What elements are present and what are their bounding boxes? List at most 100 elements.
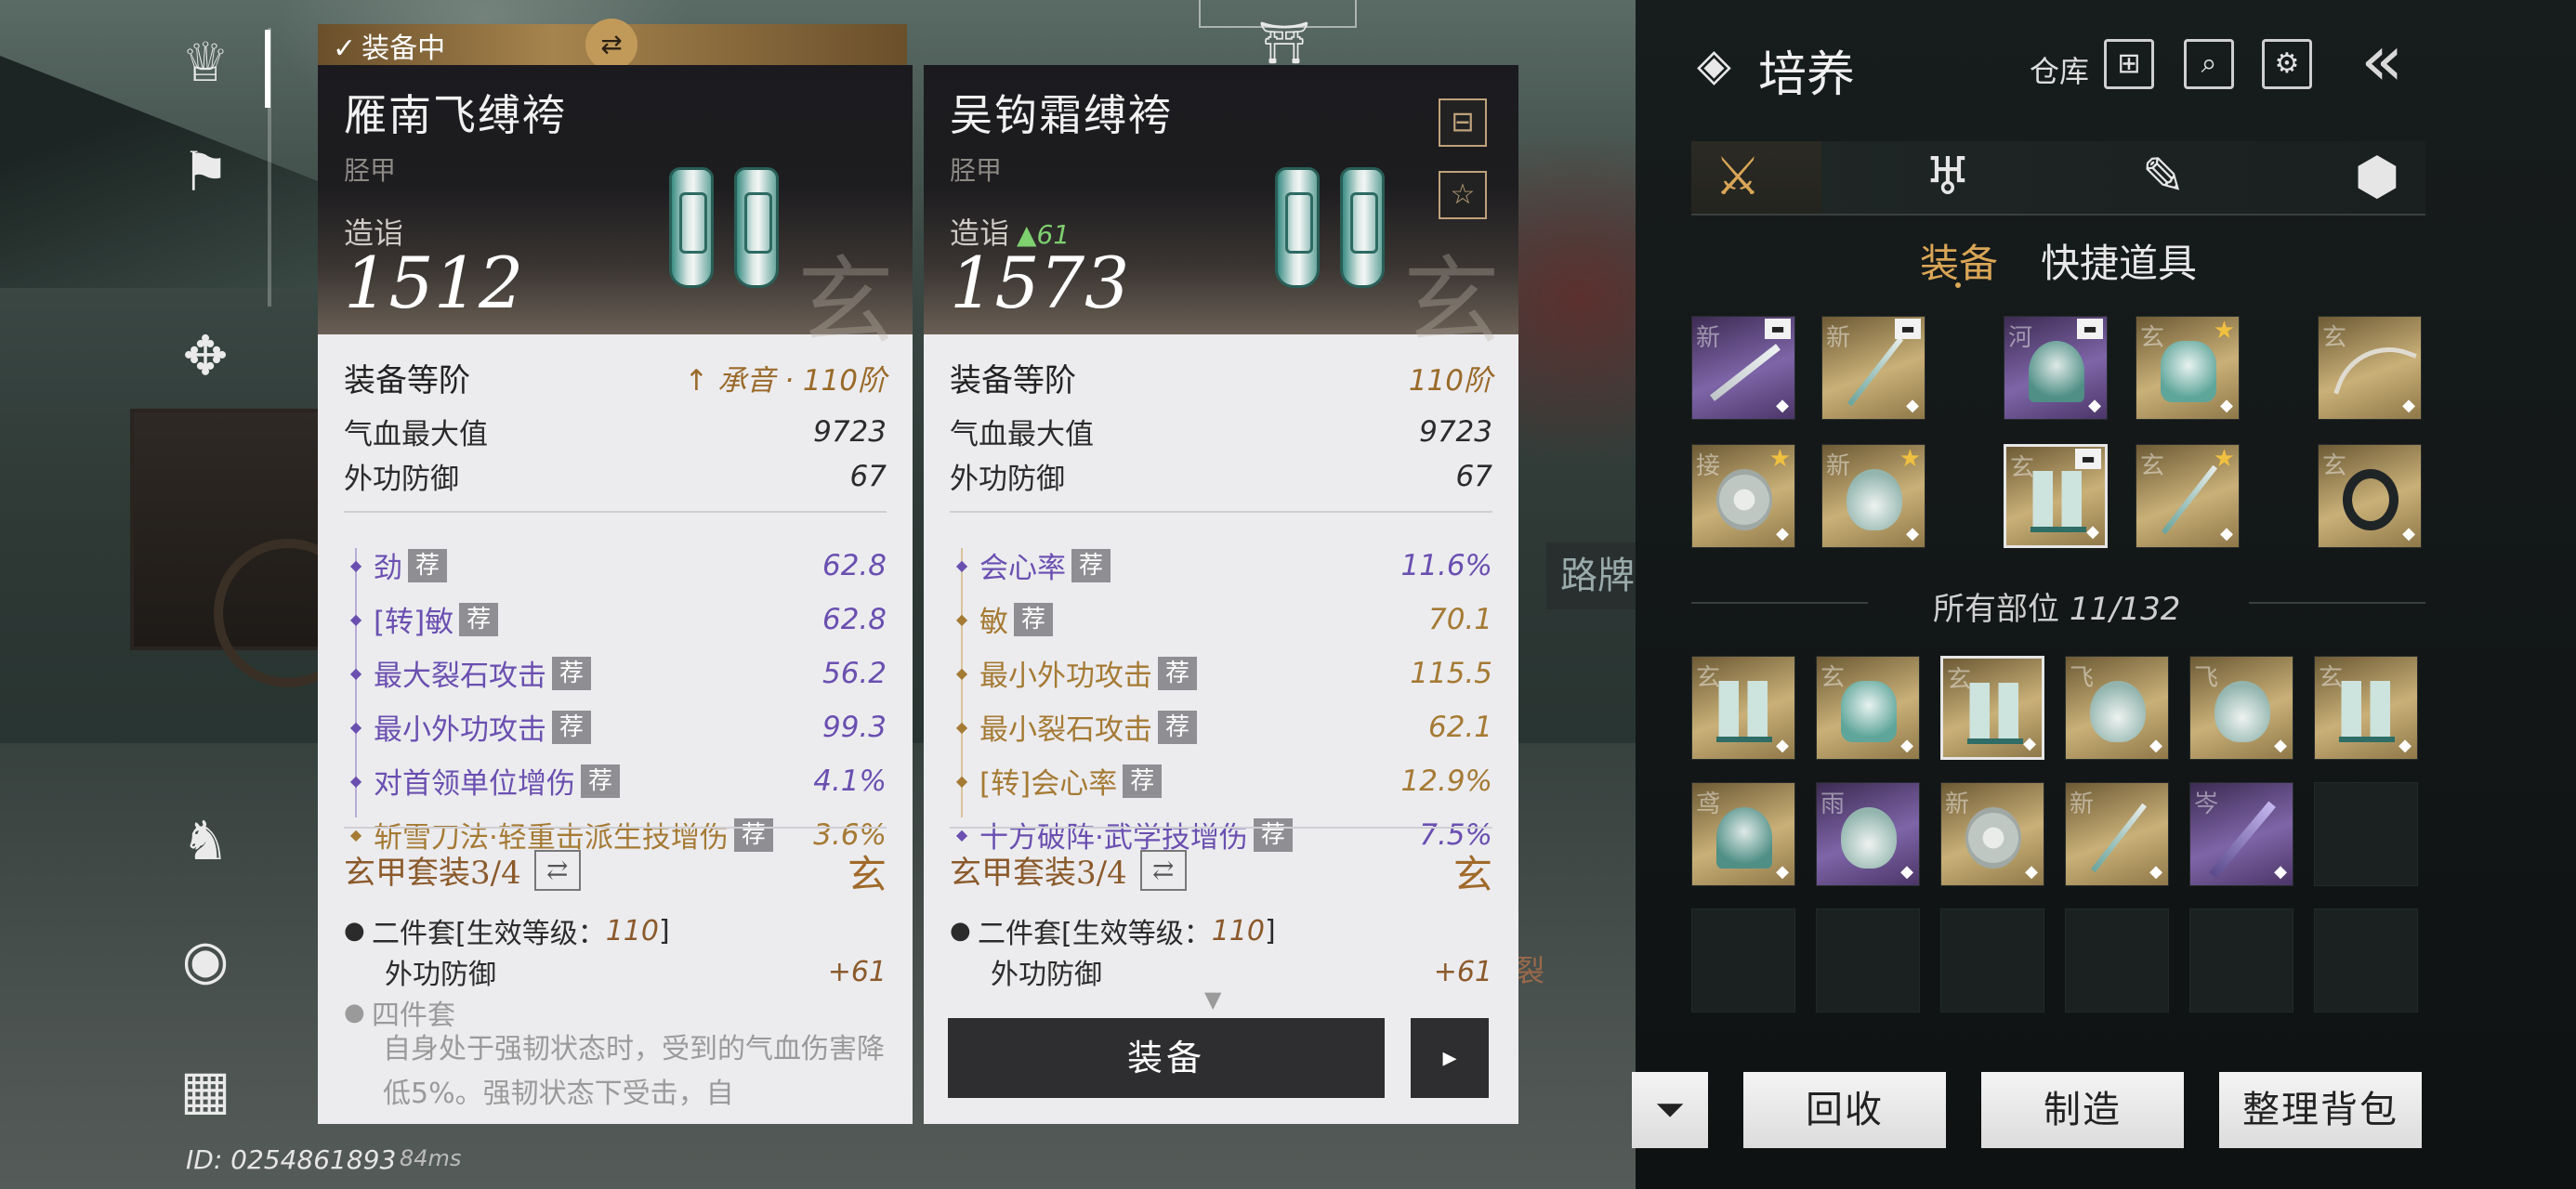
gem-icon[interactable]: ⬢ — [2331, 147, 2424, 207]
substat-bullet: ◆ — [349, 718, 362, 736]
gem-slot-icon: ◆ — [2402, 396, 2415, 415]
compass-icon[interactable]: ✥ — [164, 329, 247, 383]
item-slot[interactable]: 玄 ◆ — [2314, 656, 2418, 760]
item-slot[interactable]: 飞 ◆ — [2189, 656, 2293, 760]
road-sign: 路牌 — [1546, 542, 1649, 609]
filter-icon[interactable]: ⏷ — [1632, 1072, 1708, 1148]
scroll-down-icon[interactable]: ▼ — [1204, 986, 1221, 1013]
stat-row: 外功防御 67 — [950, 455, 1492, 497]
horse-icon[interactable]: ♞ — [164, 814, 247, 868]
recommended-tag: 荐 — [1158, 710, 1198, 744]
item-slot[interactable]: 玄 ◆ — [1940, 656, 2044, 760]
favorite-star-icon[interactable]: ☆ — [1439, 171, 1487, 219]
stat-name: 气血最大值 — [950, 418, 1094, 451]
count-divider — [1691, 602, 1868, 604]
panel-title: 培养 — [1758, 47, 1856, 103]
substat-value: 70.1 — [1427, 602, 1492, 636]
warehouse-label[interactable]: 仓库 — [2030, 48, 2089, 91]
lock-item-icon[interactable]: ⊟ — [1439, 98, 1487, 147]
item-slot[interactable]: 玄 ◆ — [1816, 656, 1920, 760]
substat-value: 115.5 — [1410, 656, 1492, 690]
item-slot[interactable]: 鸢 ◆ — [1691, 782, 1795, 886]
warehouse-icon[interactable]: ⊞ — [2104, 39, 2154, 89]
cultivate-icon: ◈ — [1697, 39, 1731, 91]
gem-slot-icon: ◆ — [2088, 396, 2101, 415]
substat-name: 最小裂石攻击 — [979, 713, 1152, 747]
slot-grade-char: 岑 — [2194, 790, 2219, 818]
crossed-swords-icon[interactable]: ⚔ — [1691, 147, 1784, 207]
sort-bag-button[interactable]: 整理背包 — [2219, 1072, 2422, 1148]
grid-menu-icon[interactable]: ▦ — [164, 1063, 247, 1117]
item-slot[interactable]: 玄 ▬ ◆ — [2004, 444, 2108, 548]
swap-icon[interactable]: ⇄ — [585, 19, 637, 71]
stat-name: 外功防御 — [344, 463, 459, 496]
item-slot[interactable]: 新 ▬ ◆ — [1691, 316, 1795, 420]
ping-text: 84ms — [400, 1145, 462, 1171]
item-title: 雁南飞缚袴 — [344, 90, 567, 140]
item-slot[interactable]: 新 ◆ — [1940, 782, 2044, 886]
item-slot[interactable]: 雨 ◆ — [1816, 782, 1920, 886]
gem-slot-icon: ◆ — [2025, 862, 2038, 882]
gem-slot-icon: ◆ — [2220, 396, 2233, 415]
craft-button[interactable]: 制造 — [1981, 1072, 2184, 1148]
item-slot[interactable]: 飞 ◆ — [2065, 656, 2169, 760]
flag-icon[interactable]: ⚑ — [164, 145, 247, 199]
item-slot[interactable]: 新 ★ ◆ — [1821, 444, 1925, 548]
pouch-icon[interactable]: ♅ — [1901, 147, 1994, 207]
back-arrow-icon[interactable]: « — [2360, 19, 2404, 101]
substat-name: 对首领单位增伤 — [374, 767, 575, 801]
slot-grade-char: 新 — [2070, 790, 2095, 818]
item-slot[interactable]: 玄 ◆ — [2318, 444, 2422, 548]
player-id: ID: 0254861893 — [186, 1144, 397, 1175]
equip-button[interactable]: 装备 — [948, 1018, 1385, 1098]
category-underline — [1691, 214, 2425, 216]
item-image — [1716, 807, 1772, 869]
gem-slot-icon: ◆ — [2402, 524, 2415, 543]
star-icon: ★ — [2213, 445, 2235, 473]
set-compare-icon[interactable]: ⇄ — [1139, 849, 1187, 891]
crown-icon[interactable]: ♕ — [164, 35, 247, 89]
gem-slot-icon: ◆ — [2149, 736, 2162, 755]
slot-grade-char: 玄 — [1820, 664, 1846, 692]
item-image — [1716, 681, 1772, 742]
item-slot[interactable]: 河 ▬ ◆ — [2004, 316, 2108, 420]
star-icon: ★ — [2213, 317, 2235, 345]
item-image — [2031, 471, 2086, 532]
item-slot[interactable]: 玄 ★ ◆ — [2136, 316, 2240, 420]
search-icon[interactable]: ⌕ — [2184, 39, 2234, 89]
substat-name: [转]会心率 — [979, 767, 1118, 801]
bullet: ● — [344, 999, 365, 1026]
set-two-prefix: 二件套[生效等级： — [372, 918, 606, 950]
scroll-icon[interactable]: ✎ — [2117, 147, 2210, 207]
item-slot[interactable]: 新 ▬ ◆ — [1821, 316, 1925, 420]
tab-equipment[interactable]: 装备 — [1920, 232, 1998, 289]
gem-slot-icon: ◆ — [2086, 522, 2099, 542]
item-slot[interactable]: 新 ◆ — [2065, 782, 2169, 886]
item-slot[interactable]: 玄 ◆ — [1691, 656, 1795, 760]
star-icon: ★ — [1899, 445, 1921, 473]
hat-icon[interactable]: ⛩ — [1258, 19, 1310, 67]
item-image — [2090, 681, 2146, 742]
item-slot[interactable]: 岑 ◆ — [2189, 782, 2293, 886]
set-compare-icon[interactable]: ⇄ — [533, 849, 581, 891]
next-arrow-button[interactable]: ▸ — [1411, 1018, 1489, 1098]
count-label: 所有部位 — [1933, 591, 2059, 628]
item-slot[interactable]: 玄 ★ ◆ — [2136, 444, 2240, 548]
slot-grade-char: 接 — [1696, 452, 1721, 480]
substat-row: ◆ 最小外功攻击荐 115.5 — [950, 652, 1492, 694]
item-image — [1841, 807, 1897, 869]
recycle-button[interactable]: 回收 — [1743, 1072, 1946, 1148]
tab-quick-items[interactable]: 快捷道具 — [2041, 232, 2197, 289]
item-slot[interactable]: 玄 ◆ — [2318, 316, 2422, 420]
empty-slot — [2314, 782, 2418, 886]
stat-name: 气血最大值 — [344, 418, 488, 451]
empty-slot — [1816, 908, 1920, 1013]
substat-value: 12.9% — [1400, 764, 1492, 798]
substat-name: 劲 — [374, 552, 402, 585]
gear-icon[interactable]: ⚙ — [2262, 39, 2312, 89]
item-slot[interactable]: 接 ★ ◆ — [1691, 444, 1795, 548]
gem-slot-icon: ◆ — [1906, 524, 1919, 543]
substat-value: 62.8 — [821, 548, 887, 582]
ear-icon[interactable]: ◉ — [164, 933, 247, 986]
substat-name: 敏 — [979, 606, 1008, 639]
